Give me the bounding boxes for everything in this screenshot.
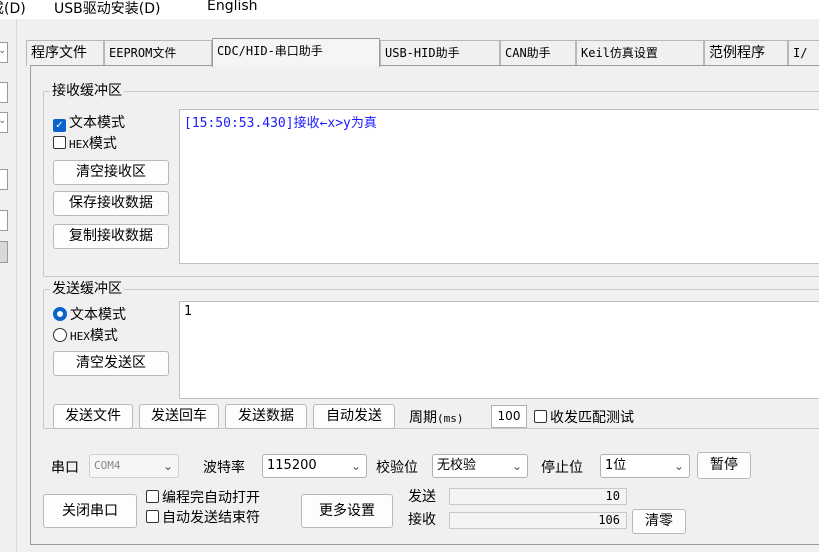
send-text-mode-radio[interactable]: 文本模式 xyxy=(53,304,126,324)
tab-can[interactable]: CAN助手 xyxy=(500,40,576,66)
pause-button[interactable]: 暂停 xyxy=(697,452,751,479)
serial-assistant-panel: 接收缓冲区 ✓ 文本模式 HEX模式 清空接收区 保存接收数据 复制接收数据 [1… xyxy=(30,65,819,545)
receive-text-area[interactable]: [15:50:53.430]接收←x>y为真 xyxy=(179,109,819,264)
tab-program-file[interactable]: 程序文件 xyxy=(26,40,104,66)
auto-send-button[interactable]: 自动发送 xyxy=(313,404,395,429)
send-data-button[interactable]: 发送数据 xyxy=(225,404,307,429)
stop-bits-select[interactable]: 1位 ⌄ xyxy=(600,454,690,478)
period-label: 周期(ms) xyxy=(409,410,464,426)
parity-label: 校验位 xyxy=(376,460,418,476)
receive-buffer-title: 接收缓冲区 xyxy=(50,80,124,100)
menu-bar: 成(D) USB驱动安装(D) English xyxy=(0,0,819,19)
left-button[interactable] xyxy=(0,241,8,263)
left-field-2[interactable] xyxy=(0,169,8,190)
reset-count-button[interactable]: 清零 xyxy=(632,509,686,534)
chevron-down-icon: ⌄ xyxy=(0,46,6,56)
checkbox-empty-icon xyxy=(53,136,66,149)
send-count-value: 10 xyxy=(449,488,627,505)
menu-item-partial[interactable]: 成(D) xyxy=(0,0,26,18)
send-file-button[interactable]: 发送文件 xyxy=(53,404,133,429)
save-receive-button[interactable]: 保存接收数据 xyxy=(53,191,169,216)
left-dropdown-2[interactable]: ⌄ xyxy=(0,112,8,133)
send-buffer-title: 发送缓冲区 xyxy=(50,278,124,298)
stop-bits-label: 停止位 xyxy=(541,460,583,476)
chevron-down-icon: ⌄ xyxy=(350,459,361,473)
checkbox-empty-icon xyxy=(146,490,159,503)
checkbox-empty-icon xyxy=(146,510,159,523)
chevron-down-icon: ⌄ xyxy=(673,459,684,473)
period-input[interactable]: 100 xyxy=(491,405,527,428)
radio-empty-icon xyxy=(53,328,67,342)
tab-io-partial[interactable]: I/ xyxy=(788,40,819,66)
send-text-area[interactable]: 1 xyxy=(179,301,819,399)
recv-count-label: 接收 xyxy=(408,512,436,528)
chevron-down-icon: ⌄ xyxy=(511,459,522,473)
more-settings-button[interactable]: 更多设置 xyxy=(301,494,393,528)
auto-open-checkbox[interactable]: 编程完自动打开 xyxy=(146,487,260,507)
chevron-down-icon: ⌄ xyxy=(162,459,173,473)
tab-examples[interactable]: 范例程序 xyxy=(704,40,788,66)
match-test-checkbox[interactable]: 收发匹配测试 xyxy=(534,407,634,427)
left-dropdown-1[interactable]: ⌄ xyxy=(0,42,8,63)
recv-count-value: 106 xyxy=(449,512,627,529)
left-panel-edge: ⌄ ⌄ xyxy=(0,19,17,552)
send-count-label: 发送 xyxy=(408,489,436,505)
chevron-down-icon: ⌄ xyxy=(0,116,6,126)
copy-receive-button[interactable]: 复制接收数据 xyxy=(53,224,169,249)
auto-terminator-checkbox[interactable]: 自动发送结束符 xyxy=(146,507,260,527)
menu-item-english[interactable]: English xyxy=(207,0,258,14)
tab-usb-hid[interactable]: USB-HID助手 xyxy=(380,40,500,66)
send-enter-button[interactable]: 发送回车 xyxy=(139,404,219,429)
baud-select[interactable]: 115200 ⌄ xyxy=(262,454,367,478)
port-label: 串口 xyxy=(51,460,79,476)
tab-keil-sim[interactable]: Keil仿真设置 xyxy=(576,40,704,66)
radio-selected-icon xyxy=(53,307,67,321)
checkbox-checked-icon: ✓ xyxy=(53,119,66,132)
parity-select[interactable]: 无校验 ⌄ xyxy=(432,454,528,478)
send-hex-mode-radio[interactable]: HEX模式 xyxy=(53,325,118,345)
port-select[interactable]: COM4 ⌄ xyxy=(89,454,179,478)
baud-label: 波特率 xyxy=(203,460,245,476)
checkbox-empty-icon xyxy=(534,410,547,423)
receive-text-mode-checkbox[interactable]: ✓ 文本模式 xyxy=(53,112,125,132)
left-field-3[interactable] xyxy=(0,210,8,231)
left-field-1[interactable] xyxy=(0,82,8,103)
clear-receive-button[interactable]: 清空接收区 xyxy=(53,160,169,185)
menu-item-usb-driver[interactable]: USB驱动安装(D) xyxy=(54,0,160,18)
tab-cdc-hid-serial[interactable]: CDC/HID-串口助手 xyxy=(212,38,380,67)
clear-send-button[interactable]: 清空发送区 xyxy=(53,351,169,376)
close-port-button[interactable]: 关闭串口 xyxy=(43,494,137,528)
receive-hex-mode-checkbox[interactable]: HEX模式 xyxy=(53,133,117,153)
tab-eeprom-file[interactable]: EEPROM文件 xyxy=(104,40,212,66)
